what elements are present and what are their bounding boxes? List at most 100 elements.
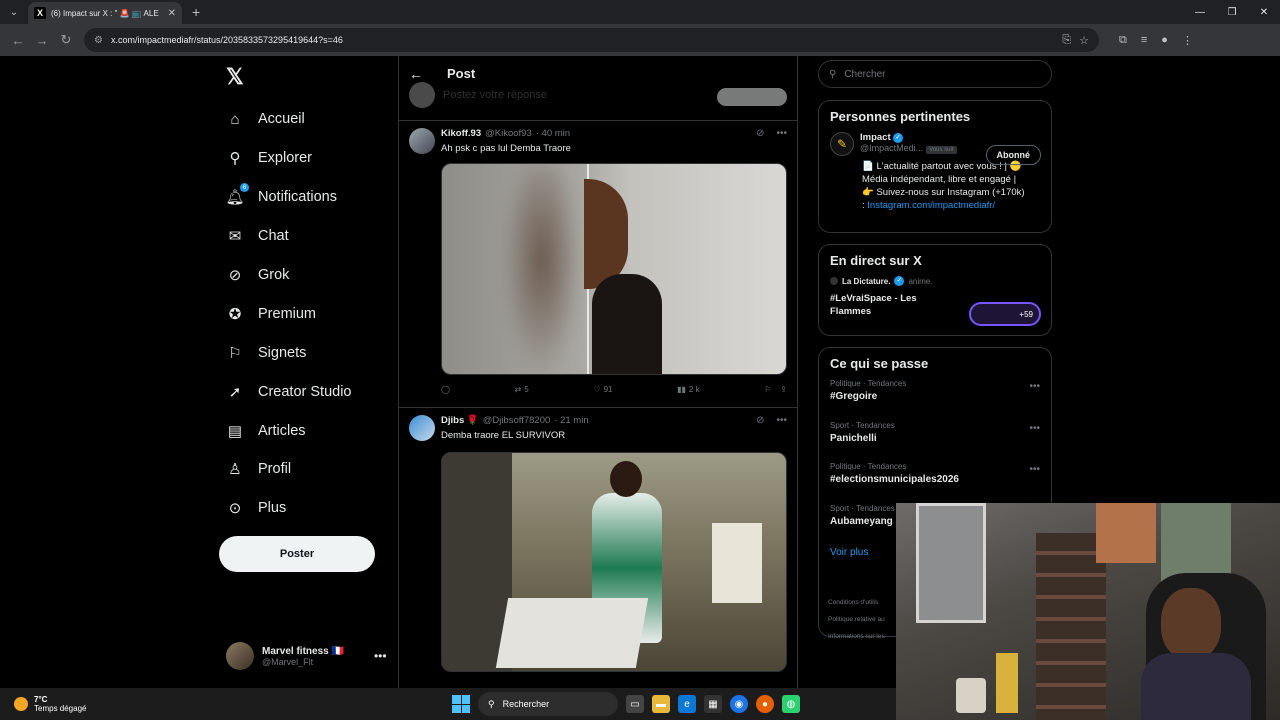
nav-item-profil[interactable]: ♙ Profil: [226, 450, 352, 489]
bookmark-icon[interactable]: ⚐ ⇪: [764, 385, 787, 394]
more-icon[interactable]: •••: [374, 649, 387, 663]
address-bar[interactable]: ⚙ x.com/impactmediafr/status/20358335732…: [84, 28, 1099, 52]
more-icon[interactable]: •••: [1029, 423, 1040, 434]
back-icon[interactable]: ←: [6, 33, 30, 48]
blurred-face: [502, 164, 582, 374]
profile-name[interactable]: Impact: [860, 132, 891, 143]
profile-icon[interactable]: ●: [1161, 34, 1168, 47]
search-input[interactable]: ⚲ Chercher: [818, 60, 1052, 88]
tweet-image[interactable]: [441, 163, 787, 375]
extensions-icon[interactable]: ⧉: [1119, 34, 1127, 47]
store-icon[interactable]: ▦: [704, 695, 722, 713]
reply-composer[interactable]: Postez votre réponse: [409, 82, 787, 108]
nav-item-plus[interactable]: ⊙ Plus: [226, 489, 352, 528]
grok-icon[interactable]: ⊘: [756, 128, 764, 139]
account-switcher[interactable]: Marvel fitness 🇫🇷 @Marvel_Flt •••: [226, 642, 387, 670]
trend-category: Politique · Tendances: [830, 379, 907, 388]
nav-item-creator-studio[interactable]: ➚ Creator Studio: [226, 372, 352, 411]
footer-link[interactable]: Conditions d'utilis: [828, 594, 885, 611]
chrome-icon[interactable]: ◉: [730, 695, 748, 713]
task-view-icon[interactable]: ▭: [626, 695, 644, 713]
face: [584, 179, 628, 289]
back-arrow-icon[interactable]: ←: [409, 66, 423, 82]
trend-item[interactable]: Sport · Tendances Panichelli •••: [830, 421, 1040, 463]
start-button[interactable]: [452, 695, 470, 713]
tweet[interactable]: Kikoff.93 @Kikoof93 · 40 min ⊘ ••• Ah psk…: [399, 120, 797, 407]
grok-icon: ⊘: [228, 267, 242, 284]
file-explorer-icon[interactable]: ▬: [652, 695, 670, 713]
author-name[interactable]: Kikoff.93: [441, 128, 481, 139]
app-icon[interactable]: ◍: [782, 695, 800, 713]
grok-icon[interactable]: ⊘: [756, 415, 764, 426]
verified-badge-icon: ✓: [894, 276, 905, 286]
view-count: 2 k: [688, 385, 700, 394]
footer-link[interactable]: Informations sur les: [828, 628, 885, 645]
footer-link[interactable]: Politique relative au: [828, 611, 885, 628]
more-icon[interactable]: •••: [776, 128, 787, 139]
avatar[interactable]: [409, 415, 435, 441]
bio-link[interactable]: Instagram.com/impactmediafr/: [867, 200, 995, 211]
trend-name: Panichelli: [830, 432, 877, 444]
profile-handle[interactable]: @ImpactMedi...: [860, 143, 923, 153]
nav-label: Accueil: [258, 111, 305, 128]
space-title[interactable]: #LeVraiSpace - Les Flammes: [830, 292, 960, 318]
minimize-icon[interactable]: —: [1184, 0, 1216, 24]
host-avatar: [830, 277, 838, 285]
tweet-video[interactable]: [441, 452, 787, 672]
nav-item-accueil[interactable]: ⌂ Accueil: [226, 100, 352, 139]
author-name[interactable]: Djibs 🌹: [441, 415, 479, 426]
tweet-time[interactable]: · 21 min: [554, 415, 588, 426]
space-listeners-pill[interactable]: +59: [969, 302, 1041, 326]
author-handle[interactable]: @Djibsoff78200: [483, 415, 551, 426]
firefox-icon[interactable]: ●: [756, 695, 774, 713]
chrome-menu-icon[interactable]: ⋮: [1182, 34, 1193, 47]
home-icon: ⌂: [230, 110, 240, 128]
nav-item-explorer[interactable]: ⚲ Explorer: [226, 139, 352, 178]
nav-item-chat[interactable]: ✉ Chat: [226, 217, 352, 256]
nav-item-grok[interactable]: ⊘ Grok: [226, 256, 352, 295]
maximize-icon[interactable]: ❐: [1216, 0, 1248, 24]
bookmark-star-icon[interactable]: ☆: [1079, 34, 1089, 47]
close-window-icon[interactable]: ✕: [1248, 0, 1280, 24]
post-button[interactable]: Poster: [219, 536, 375, 572]
nav-item-articles[interactable]: ▤ Articles: [226, 411, 352, 450]
more-icon[interactable]: •••: [1029, 381, 1040, 392]
space-host[interactable]: La Dictature. ✓ anime.: [830, 276, 1040, 286]
more-icon[interactable]: •••: [776, 415, 787, 426]
tweet[interactable]: Djibs 🌹 @Djibsoff78200 · 21 min ⊘ ••• Dem…: [399, 407, 797, 688]
trend-item[interactable]: Politique · Tendances #electionsmunicipal…: [830, 462, 1040, 504]
browser-tab[interactable]: X (6) Impact sur X : " 🚨 ​📺 ALE ✕: [28, 2, 182, 24]
avatar[interactable]: [409, 128, 435, 154]
new-tab-button[interactable]: +: [192, 4, 200, 20]
repost-button[interactable]: ⇄ 5: [515, 385, 529, 394]
close-tab-icon[interactable]: ✕: [168, 8, 176, 19]
nav-item-signets[interactable]: ⚐ Signets: [226, 333, 352, 372]
trend-item[interactable]: Politique · Tendances #Gregoire •••: [830, 379, 1040, 421]
post-thread: ← Post Postez votre réponse Kikoff.93 @K…: [398, 56, 798, 688]
forward-icon[interactable]: →: [30, 33, 54, 48]
reply-button[interactable]: [717, 88, 787, 106]
install-app-icon[interactable]: ⎘: [1062, 34, 1071, 47]
nav-item-notifications[interactable]: 🔔︎ 6 Notifications: [225, 178, 352, 217]
reply-icon[interactable]: ◯: [441, 385, 450, 394]
article-icon: ▤: [227, 422, 243, 440]
reload-icon[interactable]: ↻: [54, 32, 78, 48]
following-button[interactable]: Abonné: [985, 145, 1041, 165]
repost-count: 5: [524, 385, 529, 394]
edge-icon[interactable]: e: [678, 695, 696, 713]
site-info-icon[interactable]: ⚙: [94, 35, 103, 46]
tweet-time[interactable]: · 40 min: [536, 128, 570, 139]
views-button[interactable]: ▮▮ 2 k: [677, 385, 699, 394]
media-icon[interactable]: ≡: [1141, 34, 1147, 47]
account-name: Marvel fitness 🇫🇷: [262, 645, 344, 657]
more-icon[interactable]: •••: [1029, 464, 1040, 475]
like-button[interactable]: ♡ 91: [593, 385, 612, 394]
taskbar-search[interactable]: ⚲ Rechercher: [478, 692, 618, 716]
author-handle[interactable]: @Kikoof93: [485, 128, 532, 139]
x-logo-icon[interactable]: 𝕏: [226, 64, 244, 90]
nav-label: Profil: [258, 461, 292, 478]
nav-item-premium[interactable]: ✪ Premium: [226, 294, 352, 333]
tab-search-icon[interactable]: ⌄: [0, 0, 28, 24]
impact-avatar[interactable]: ✎: [830, 132, 854, 156]
weather-widget[interactable]: 7°C Temps dégagé: [14, 695, 86, 713]
